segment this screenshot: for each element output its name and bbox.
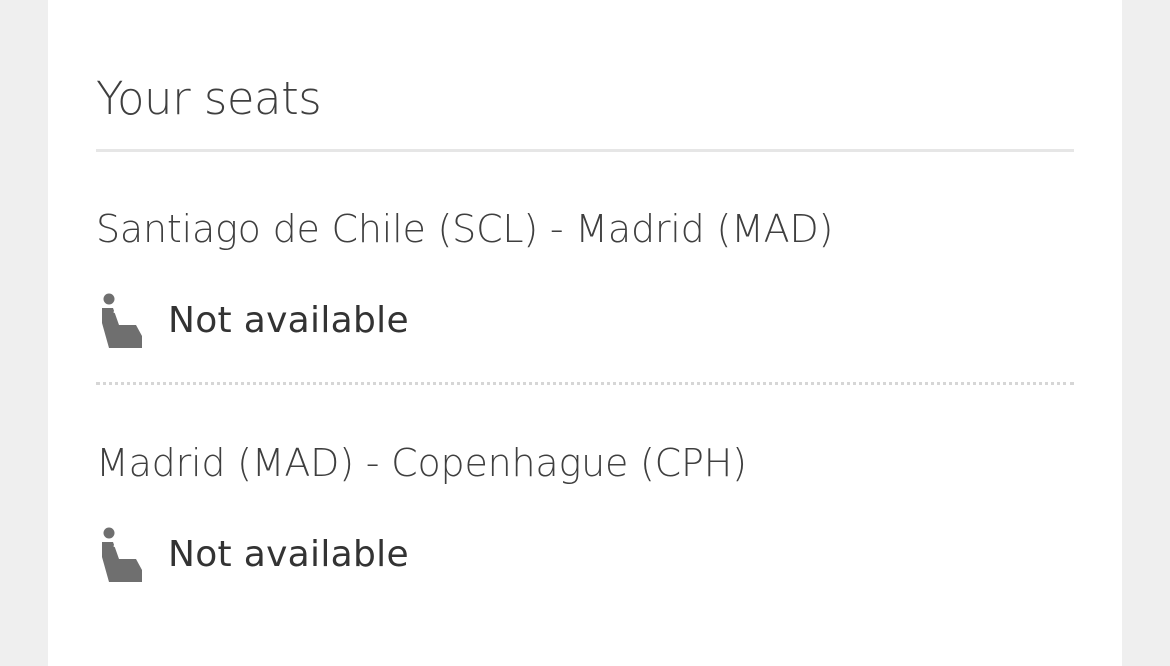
segment-route: Santiago de Chile (SCL) - Madrid (MAD) <box>96 207 834 251</box>
segment-route: Madrid (MAD) - Copenhague (CPH) <box>96 441 747 485</box>
seats-card: Your seats Santiago de Chile (SCL) - Mad… <box>48 0 1122 666</box>
section-title: Your seats <box>96 72 322 125</box>
seat-status-row: Not available <box>96 525 409 585</box>
segment-divider <box>96 382 1074 385</box>
title-divider <box>96 149 1074 152</box>
seat-icon <box>96 527 144 583</box>
seat-icon <box>96 293 144 349</box>
seat-status-text: Not available <box>168 534 409 575</box>
seat-status-row: Not available <box>96 291 409 351</box>
seat-status-text: Not available <box>168 300 409 341</box>
